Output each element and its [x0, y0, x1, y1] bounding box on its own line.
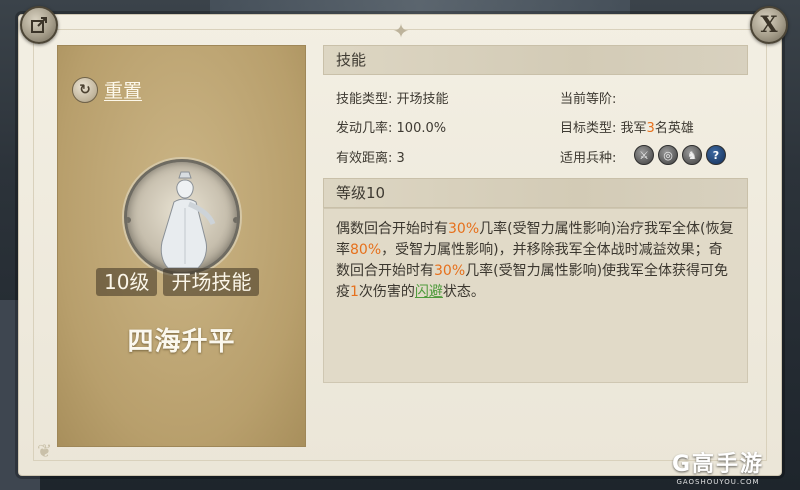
- arms-icons: ⚔ ◎ ♞ ?: [634, 145, 726, 165]
- trigger-rate-row: 发动几率: 100.0%: [336, 117, 446, 136]
- skill-type-tag: 开场技能: [163, 268, 260, 296]
- watermark-url: GAOSHOUYOU.COM: [676, 478, 760, 486]
- arms-label: 适用兵种:: [560, 151, 617, 166]
- level-tag: 10级: [96, 268, 158, 296]
- skill-section-header: 技能: [323, 45, 748, 75]
- level-section-header: 等级10: [323, 178, 748, 208]
- range-label: 有效距离:: [336, 151, 393, 166]
- skill-type-value: 开场技能: [396, 92, 449, 107]
- dodge-status-link[interactable]: 闪避: [415, 284, 443, 300]
- skill-card: ↻ 重置 10级 开场技能 四海升平: [57, 45, 306, 447]
- target-suffix: 名英雄: [654, 121, 694, 136]
- desc-value-4: 1: [350, 284, 359, 300]
- skill-type-row: 技能类型: 开场技能: [336, 88, 449, 107]
- reset-button[interactable]: ↻ 重置: [72, 76, 142, 103]
- bow-target-icon[interactable]: ◎: [658, 145, 678, 165]
- skill-portrait: [124, 159, 240, 275]
- range-value: 3: [396, 151, 405, 166]
- share-button[interactable]: [20, 6, 58, 44]
- desc-part-1: 偶数回合开始时有: [336, 221, 448, 237]
- compass-ornament-icon: ✦: [392, 19, 410, 43]
- target-type-label: 目标类型:: [560, 121, 617, 136]
- watermark-logo: G高手游: [672, 452, 765, 477]
- target-count: 3: [646, 121, 655, 136]
- arms-row: 适用兵种:: [560, 147, 616, 166]
- target-type-row: 目标类型: 我军3名英雄: [560, 117, 694, 136]
- scholar-statue-icon: [160, 171, 216, 269]
- range-row: 有效距离: 3: [336, 147, 405, 166]
- desc-value-2: 80%: [350, 242, 382, 258]
- current-rank-row: 当前等阶:: [560, 88, 616, 107]
- reset-label: 重置: [104, 80, 143, 102]
- close-button[interactable]: X: [750, 6, 788, 44]
- trigger-rate-label: 发动几率:: [336, 121, 393, 136]
- reset-icon: ↻: [72, 76, 98, 103]
- skill-tags: 10级 开场技能: [96, 268, 260, 296]
- close-icon: X: [760, 12, 778, 38]
- current-rank-label: 当前等阶:: [560, 92, 617, 107]
- desc-part-5: 次伤害的: [358, 284, 415, 300]
- share-icon: [31, 17, 47, 33]
- skill-description: 偶数回合开始时有30%几率(受智力属性影响)治疗我军全体(恢复率80%，受智力属…: [323, 208, 748, 383]
- question-icon[interactable]: ?: [706, 145, 726, 165]
- horse-icon[interactable]: ♞: [682, 145, 702, 165]
- skill-type-label: 技能类型:: [336, 92, 393, 107]
- desc-value-1: 30%: [448, 221, 480, 237]
- site-watermark: G高手游 GAOSHOUYOU.COM: [672, 446, 764, 486]
- trigger-rate-value: 100.0%: [396, 121, 447, 136]
- sword-icon[interactable]: ⚔: [634, 145, 654, 165]
- target-prefix: 我军: [620, 121, 647, 136]
- desc-value-3: 30%: [434, 263, 466, 279]
- skill-name: 四海升平: [127, 327, 236, 357]
- desc-part-6: 状态。: [442, 284, 485, 300]
